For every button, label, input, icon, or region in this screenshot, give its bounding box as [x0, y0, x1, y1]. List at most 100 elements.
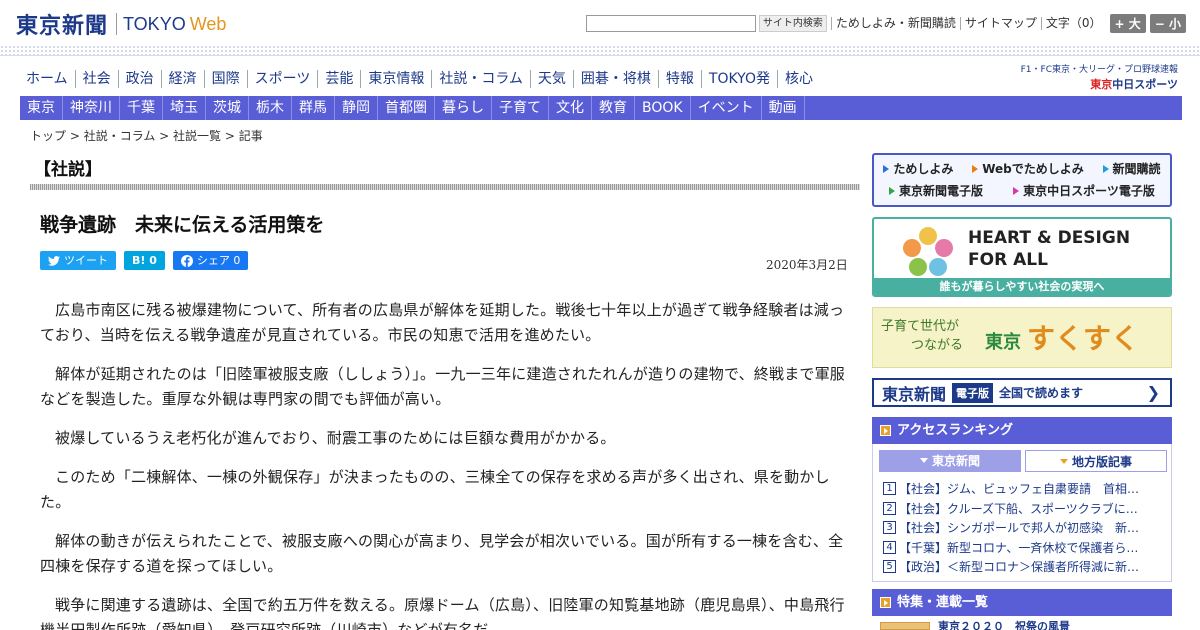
chunichi-digital-link[interactable]: 東京中日スポーツ電子版	[1013, 182, 1155, 199]
breadcrumb-editorials[interactable]: 社説・コラム	[84, 129, 156, 143]
logo-jp: 東京新聞	[16, 13, 109, 39]
features-item[interactable]: 東京２０２０ 祝祭の風景	[880, 620, 1160, 630]
nav-home[interactable]: ホーム	[20, 70, 75, 88]
ranking-item[interactable]: 1 【社会】ジム、ビュッフェ自粛要請 首相…	[883, 479, 1167, 499]
arrow-icon	[1102, 165, 1109, 173]
digital-edition-link-label: 東京新聞電子版	[899, 184, 984, 198]
subnav-metropolitan[interactable]: 首都圏	[378, 96, 435, 120]
tab-regional[interactable]: 地方版記事	[1025, 450, 1167, 472]
ranking-item[interactable]: 2 【社会】クルーズ下船、スポーツクラブに…	[883, 499, 1167, 519]
caret-down-icon	[919, 458, 928, 463]
ranking-item-text: 【社会】シンガポールで邦人が初感染 新…	[899, 521, 1140, 536]
section-rule	[30, 184, 860, 190]
article-paragraph: このため「二棟解体、一棟の外観保存」が決まったものの、三棟全ての保存を求める声が…	[40, 468, 830, 511]
site-search-button[interactable]: サイト内検索	[758, 15, 827, 32]
tab-label: 地方版記事	[1071, 455, 1132, 469]
ranking-item-text: 【千葉】新型コロナ、一斉休校で保護者ら…	[899, 540, 1139, 555]
nav-society[interactable]: 社会	[74, 70, 118, 88]
subnav-living[interactable]: 暮らし	[435, 96, 492, 120]
heart-design-title-line: FOR ALL	[968, 250, 1048, 270]
ranking-title: アクセスランキング	[897, 423, 1013, 438]
site-logo[interactable]: 東京新聞 TOKYO Web	[16, 8, 226, 40]
subnav-parenting[interactable]: 子育て	[492, 96, 549, 120]
subnav-shizuoka[interactable]: 静岡	[335, 96, 378, 120]
hatena-bookmark-button[interactable]: B! 0	[124, 251, 165, 270]
ranking-box: 東京新聞 地方版記事 1 【社会】ジム、ビュッフェ自粛要請 首相… 2 【社会】クル…	[872, 444, 1172, 582]
sukusuku-banner[interactable]: 子育て世代が つながる 東京 すくすく	[872, 307, 1172, 368]
subnav-ibaraki[interactable]: 茨城	[206, 96, 249, 120]
nav-editorials[interactable]: 社説・コラム	[431, 70, 530, 88]
nav-go-shogi[interactable]: 囲碁・将棋	[572, 70, 658, 88]
subnav-events[interactable]: イベント	[691, 96, 762, 120]
trial-link[interactable]: ためしよみ	[883, 160, 953, 177]
site-search-input[interactable]	[585, 15, 756, 32]
nav-entertainment[interactable]: 芸能	[317, 70, 360, 88]
heart-design-title: HEART & DESIGN FOR ALL	[968, 227, 1130, 271]
hatena-label: B! 0	[132, 254, 157, 267]
ranking-header: アクセスランキング	[872, 417, 1172, 444]
caret-down-icon	[1059, 459, 1068, 464]
tweet-button[interactable]: ツイート	[40, 251, 116, 270]
nav-international[interactable]: 国際	[203, 70, 247, 88]
tweet-label: ツイート	[64, 254, 108, 267]
arrow-icon	[889, 187, 896, 195]
nav-sports[interactable]: スポーツ	[246, 70, 318, 88]
heart-design-banner[interactable]: HEART & DESIGN FOR ALL 誰もが暮らしやすい社会の実現へ	[872, 217, 1172, 297]
breadcrumb-top[interactable]: トップ	[30, 129, 66, 143]
font-size-label: 文字（0）	[1040, 17, 1106, 30]
nav-tokuho[interactable]: 特報	[657, 70, 701, 88]
subnav-tokyo[interactable]: 東京	[20, 96, 63, 120]
sitemap-link[interactable]: サイトマップ	[959, 17, 1041, 30]
article-headline: 戦争遺跡 未来に伝える活用策を	[40, 214, 325, 236]
nav-tokyo-info[interactable]: 東京情報	[360, 70, 431, 88]
flower-logo-icon	[903, 227, 953, 276]
subnav-book[interactable]: BOOK	[635, 96, 691, 120]
twitter-icon	[48, 255, 60, 266]
header-tools: サイト内検索 ためしよみ・新聞購読 サイトマップ 文字（0） + 大 − 小	[585, 14, 1186, 33]
digital-links-row: 東京新聞電子版 東京中日スポーツ電子版	[874, 182, 1170, 199]
subnav-education[interactable]: 教育	[592, 96, 635, 120]
sukusuku-tagline-line: つながる	[911, 338, 964, 353]
nav-tokyo-hatsu[interactable]: TOKYO発	[700, 70, 777, 88]
breadcrumb: トップ > 社説・コラム > 社説一覧 > 記事	[30, 129, 263, 143]
subnav-saitama[interactable]: 埼玉	[163, 96, 206, 120]
subnav-kanagawa[interactable]: 神奈川	[63, 96, 120, 120]
share-buttons: ツイート B! 0 シェア 0	[40, 251, 249, 270]
article-paragraph: 解体が延期されたのは「旧陸軍被服支廠（ししょう）」。一九一三年に建造されたれんが…	[40, 365, 846, 408]
ranking-item[interactable]: 4 【千葉】新型コロナ、一斉休校で保護者ら…	[883, 538, 1167, 558]
heart-design-title-line: HEART & DESIGN	[968, 228, 1131, 248]
subnav-chiba[interactable]: 千葉	[120, 96, 163, 120]
section-title: 【社説】	[34, 160, 102, 180]
site-header: 東京新聞 TOKYO Web サイト内検索 ためしよみ・新聞購読 サイトマップ …	[0, 0, 1200, 44]
nav-kakushin[interactable]: 核心	[776, 70, 820, 88]
font-size-down-button[interactable]: − 小	[1149, 14, 1186, 33]
digital-edition-link[interactable]: 東京新聞電子版	[889, 182, 983, 199]
ranking-item[interactable]: 5 【政治】＜新型コロナ＞保護者所得減に新…	[883, 557, 1167, 577]
chevron-right-icon: ❯	[1146, 383, 1160, 402]
digital-banner-logo: 東京新聞	[882, 384, 947, 404]
subnav-culture[interactable]: 文化	[549, 96, 592, 120]
breadcrumb-editorial-list[interactable]: 社説一覧	[173, 129, 221, 143]
arrow-icon	[883, 165, 890, 173]
features-header: 特集・連載一覧	[872, 589, 1172, 616]
subnav-video[interactable]: 動画	[762, 96, 805, 120]
font-size-up-button[interactable]: + 大	[1109, 14, 1146, 33]
web-trial-link[interactable]: Webでためしよみ	[972, 160, 1084, 177]
trial-subscribe-link[interactable]: ためしよみ・新聞購読	[830, 17, 960, 30]
publish-date: 2020年3月2日	[766, 258, 848, 272]
facebook-label: シェア 0	[196, 254, 241, 267]
logo-en: TOKYO	[123, 13, 186, 34]
ranking-item[interactable]: 3 【社会】シンガポールで邦人が初感染 新…	[883, 518, 1167, 538]
chunichi-sports-banner[interactable]: F1・FC東京・大リーグ・プロ野球速報 東京中日スポーツ	[1018, 62, 1178, 92]
digital-edition-banner[interactable]: 東京新聞 電子版 全国で読めます ❯	[872, 378, 1172, 407]
nav-politics[interactable]: 政治	[117, 70, 161, 88]
feature-thumbnail	[880, 622, 930, 630]
facebook-share-button[interactable]: シェア 0	[172, 251, 249, 270]
article-paragraph: 被爆しているうえ老朽化が進んでおり、耐震工事のためには巨額な費用がかかる。	[55, 429, 616, 447]
subnav-gunma[interactable]: 群馬	[292, 96, 335, 120]
tab-tokyo-shimbun[interactable]: 東京新聞	[879, 450, 1021, 472]
subnav-tochigi[interactable]: 栃木	[249, 96, 292, 120]
nav-weather[interactable]: 天気	[529, 70, 573, 88]
nav-economy[interactable]: 経済	[160, 70, 204, 88]
subscribe-link[interactable]: 新聞購読	[1102, 160, 1161, 177]
